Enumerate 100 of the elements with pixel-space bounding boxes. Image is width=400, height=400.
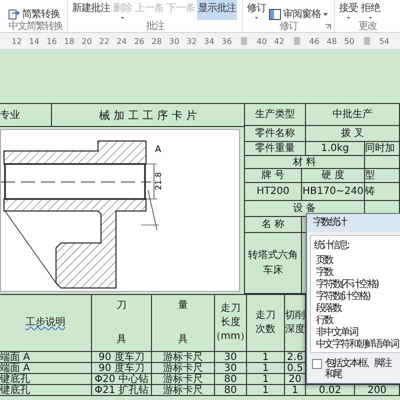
- ribbon-button[interactable]: 修订: [246, 0, 267, 20]
- column-marker[interactable]: [294, 37, 300, 45]
- table-cell: 端面 A: [0, 352, 92, 363]
- table-cell: 游标卡尺: [152, 385, 215, 396]
- table-cell: 铸: [365, 183, 400, 201]
- table-cell: 生产类型: [245, 104, 306, 126]
- dimension-label: 21.8: [154, 172, 163, 190]
- table-cell: 1: [247, 352, 285, 363]
- column-header: 具: [178, 334, 188, 346]
- ruler-number: 18: [63, 36, 76, 46]
- stat-label: 行数: [315, 315, 334, 326]
- table-cell: 80: [215, 385, 247, 396]
- column-header: 量: [178, 300, 188, 312]
- column-header: 工步说明: [26, 317, 66, 329]
- table-cell: 端面 A: [0, 363, 92, 374]
- stat-label: 字符数(不计空格): [315, 279, 380, 290]
- column-header: 深度: [285, 324, 305, 336]
- table-cell: 1: [247, 363, 285, 374]
- ruler-number: 14: [28, 36, 40, 46]
- table-cell: 零件重量: [245, 142, 306, 156]
- dialog-title: 字数统计: [307, 214, 400, 232]
- stats-heading: 统计信息:: [314, 240, 350, 251]
- table-cell: 型: [365, 169, 400, 183]
- ruler-number: 46: [308, 36, 320, 46]
- ruler-number: 36: [220, 36, 233, 46]
- ribbon-button[interactable]: 接受: [338, 0, 359, 20]
- table-cell: 中批生产: [306, 104, 400, 126]
- table-cell: 1: [285, 385, 306, 396]
- table-cell: HB170~240: [302, 183, 365, 201]
- table-cell: 键底孔: [0, 374, 92, 385]
- ruler-number: 20: [80, 36, 93, 46]
- table-cell: 90 度车刀: [92, 352, 152, 363]
- stat-label: 字符数(计空格): [315, 291, 371, 302]
- card-title: 械 加 工 工 序 卡 片: [98, 108, 198, 124]
- caret-icon: [254, 17, 259, 19]
- column-header: 具: [116, 334, 126, 346]
- ruler-number: 40: [256, 36, 268, 46]
- ruler-number: 12: [10, 36, 23, 46]
- ruler-number: 54: [378, 36, 390, 46]
- table-cell: 键底孔: [0, 385, 92, 396]
- column-marker[interactable]: [364, 37, 370, 45]
- stat-label: 页数: [315, 255, 334, 266]
- column-marker[interactable]: [241, 37, 248, 45]
- ruler-number: 26: [133, 36, 146, 46]
- column-header: 长度: [220, 317, 240, 329]
- ruler-number: 22: [98, 36, 110, 46]
- table-cell: 30: [215, 352, 247, 363]
- checkbox[interactable]: [312, 359, 322, 369]
- table-cell: 牌 号: [245, 169, 302, 183]
- table-cell: 转塔式六角车床: [245, 233, 302, 294]
- empty-cell: [365, 156, 400, 169]
- caret-icon: [368, 17, 373, 19]
- table-cell: 材 料: [245, 156, 365, 169]
- ruler-number: 28: [150, 36, 163, 46]
- table-cell: 专业: [0, 104, 52, 126]
- ribbon-button[interactable]: 显示批注: [197, 0, 237, 20]
- ruler-number: 42: [273, 36, 286, 46]
- column-header: 走刀: [220, 303, 240, 315]
- ribbon-button[interactable]: 拒绝: [360, 0, 381, 20]
- ribbon-button[interactable]: 简繁转换: [7, 0, 61, 20]
- table-cell: HT200: [245, 183, 302, 201]
- ruler-number: 50: [343, 36, 356, 46]
- stat-label: 中文字符和朝鲜语单词: [315, 339, 400, 350]
- group-label: 修订: [280, 21, 298, 32]
- table-cell: 90 度车刀: [92, 363, 152, 374]
- column-header: 刀: [116, 300, 126, 312]
- caret-icon: [323, 12, 328, 16]
- table-cell: Φ21 扩孔钻: [92, 385, 152, 396]
- group-label: 更改: [358, 21, 376, 32]
- table-cell: 1: [247, 385, 285, 396]
- table-cell: Φ20 中心钻: [92, 374, 152, 385]
- ruler-number: 34: [203, 36, 216, 46]
- table-cell: 游标卡尺: [152, 374, 215, 385]
- checkbox-label[interactable]: 包括文本框、脚注和尾: [325, 358, 398, 380]
- datum-label: A: [155, 145, 162, 155]
- table-cell: 80: [215, 374, 247, 385]
- table-cell: 零件名称: [245, 126, 306, 142]
- ruler-number: 16: [46, 36, 58, 46]
- caret-icon: [346, 17, 351, 19]
- column-header: 切削: [285, 310, 305, 322]
- column-header: 走刀: [256, 310, 276, 322]
- ribbon-button[interactable]: 审阅窗格: [268, 0, 329, 20]
- table-cell: 同时加: [365, 142, 400, 156]
- table-cell: 200: [355, 385, 400, 396]
- launcher-icon: [325, 24, 331, 30]
- stat-label: 字数: [315, 267, 334, 278]
- ruler-number: 48: [326, 36, 338, 46]
- caret-icon: [120, 17, 125, 19]
- table-cell: 1.0kg: [306, 142, 365, 156]
- pane-icon: [269, 8, 281, 20]
- stat-label: 段落数: [315, 303, 342, 314]
- ribbon-button[interactable]: 新建批注: [71, 0, 111, 20]
- table-cell: 拨 叉: [306, 126, 400, 142]
- stat-label: 非中文单词: [315, 327, 359, 338]
- table-cell: 游标卡尺: [152, 352, 215, 363]
- convert-icon: [8, 8, 20, 20]
- ruler-number: 32: [186, 36, 198, 46]
- ruler-number: 30: [168, 36, 180, 46]
- group-label: 批注: [146, 21, 164, 32]
- ruler-number: 24: [116, 36, 128, 46]
